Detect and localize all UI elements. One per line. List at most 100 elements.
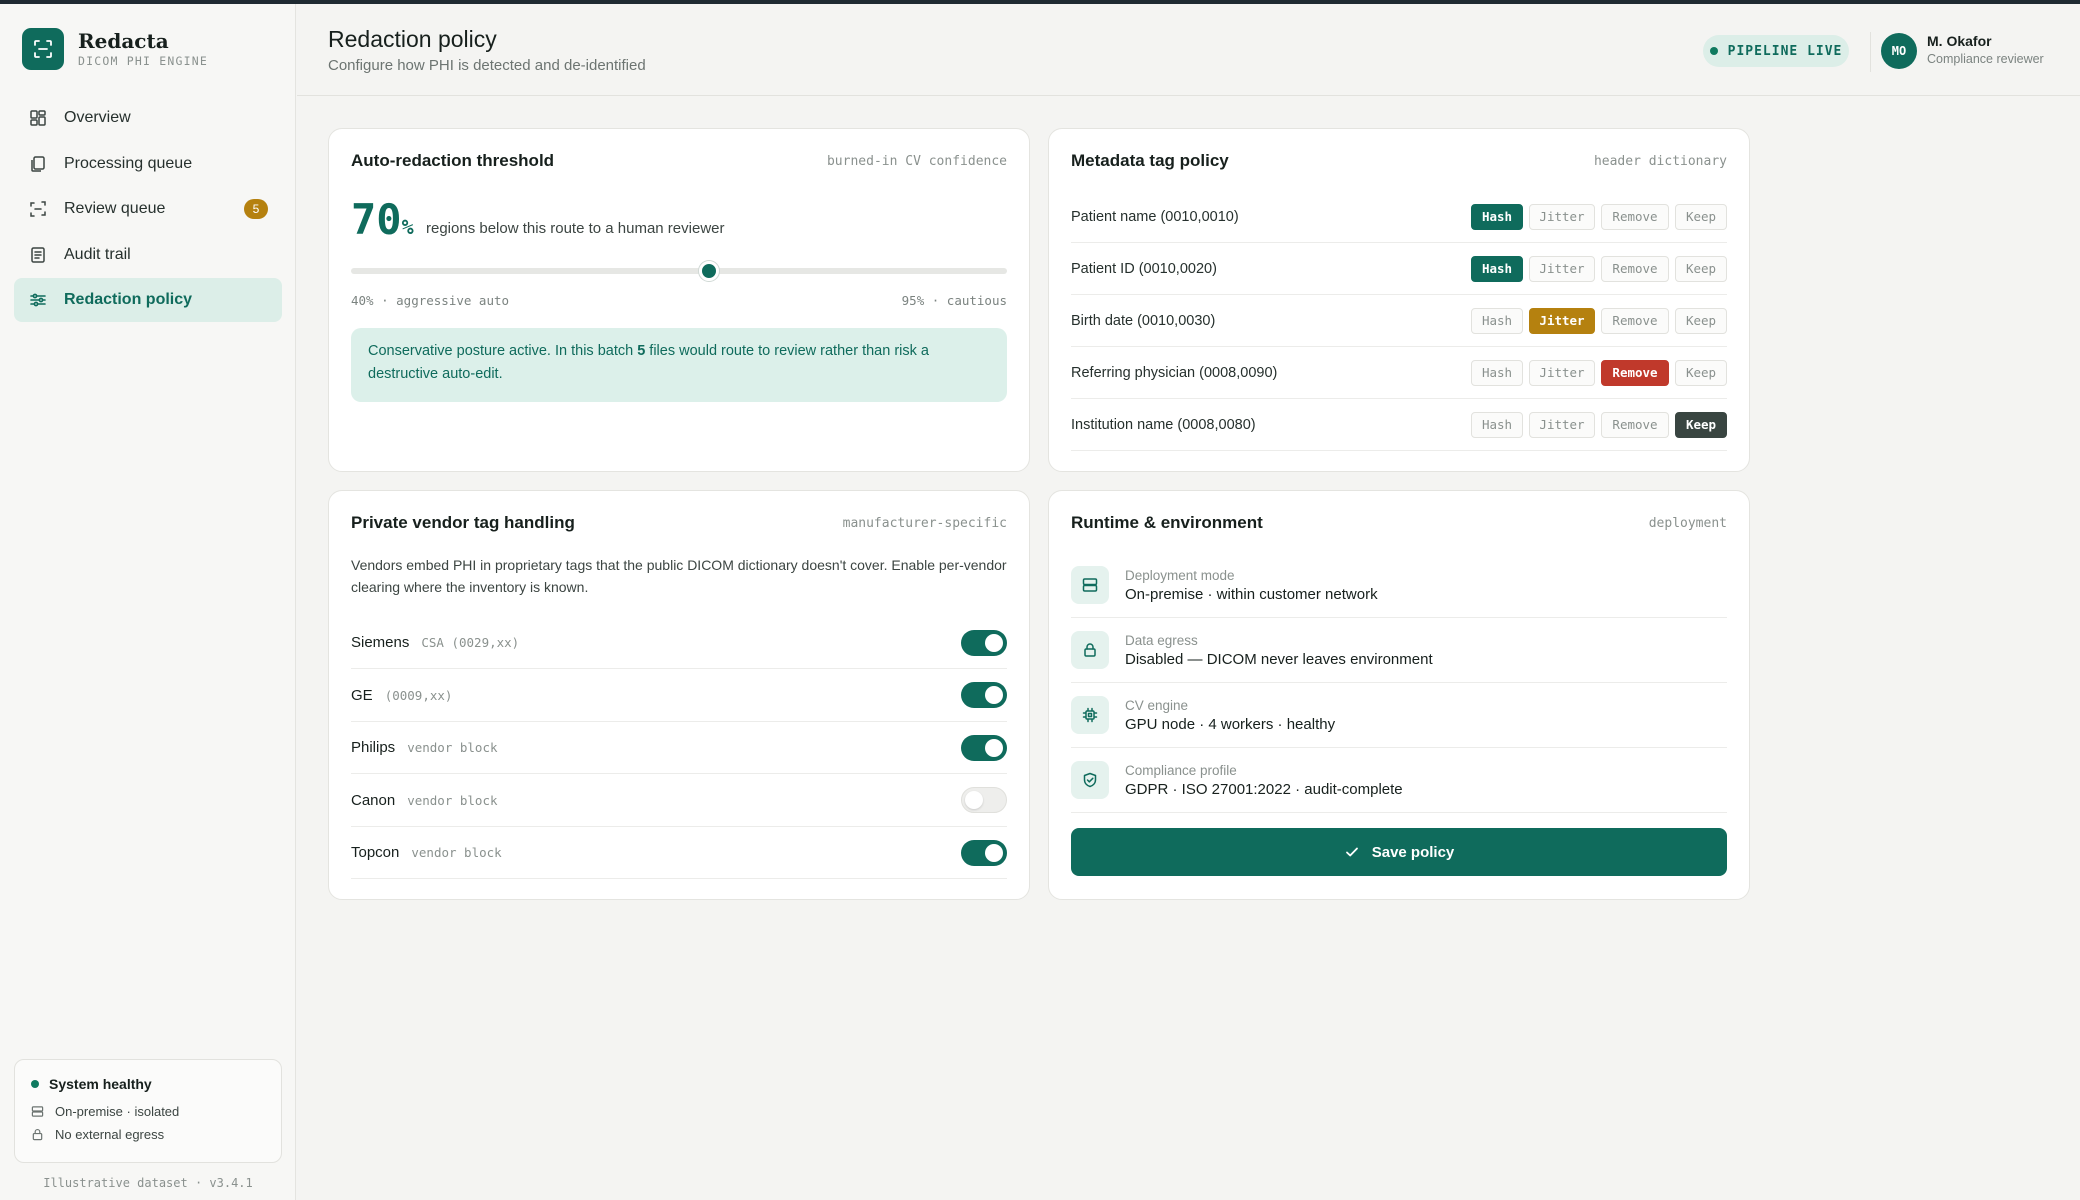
threshold-unit: % [401, 215, 414, 239]
runtime-label: CV engine [1125, 697, 1189, 713]
threshold-card: Auto-redaction threshold burned-in CV co… [328, 128, 1030, 472]
vendor-row: Canon vendor block [351, 775, 1007, 827]
toggle-knob [985, 686, 1003, 705]
option-hash-button[interactable]: Hash [1471, 255, 1523, 282]
file-list-icon [28, 245, 48, 265]
metadata-row: Patient ID (0010,0020) Hash Jitter Remove Ke… [1071, 243, 1727, 295]
vendor-block-label: vendor block [411, 845, 502, 861]
runtime-label: Data egress [1125, 632, 1198, 648]
option-jitter-button[interactable]: Jitter [1529, 307, 1595, 334]
metadata-card: Metadata tag policy header dictionary Pa… [1048, 128, 1750, 472]
metadata-title: Metadata tag policy [1071, 151, 1229, 170]
slider-min-label: 40% · aggressive auto [351, 293, 510, 308]
option-keep-button[interactable]: Keep [1675, 203, 1727, 230]
vendor-block-label: vendor block [407, 740, 498, 756]
option-jitter-button[interactable]: Jitter [1529, 359, 1595, 386]
system-status-text: System healthy [49, 1076, 152, 1092]
cpu-icon [1071, 696, 1109, 734]
runtime-value: On-premise · within customer network [1125, 585, 1378, 603]
threshold-tag: burned-in CV confidence [826, 154, 1007, 169]
option-jitter-button[interactable]: Jitter [1529, 255, 1595, 282]
sidebar-item-processing-queue[interactable]: Processing queue [14, 142, 282, 186]
system-status-row: System healthy [31, 1076, 265, 1092]
runtime-row: CV engine GPU node · 4 workers · healthy [1071, 683, 1727, 748]
lock-icon [31, 1128, 45, 1142]
page-subtitle: Configure how PHI is detected and de-ide… [328, 57, 646, 74]
metadata-row-label: Patient name (0010,0010) [1071, 208, 1239, 225]
user-name: M. Okafor [1927, 33, 1992, 49]
copy-icon [28, 154, 48, 174]
vendor-name: GE [351, 686, 373, 704]
vendor-toggle[interactable] [961, 682, 1007, 709]
toggle-knob [985, 843, 1003, 862]
scan-icon [28, 199, 48, 219]
sidebar-item-label: Audit trail [64, 245, 131, 263]
threshold-slider[interactable] [351, 261, 1007, 281]
option-keep-button[interactable]: Keep [1675, 411, 1727, 438]
runtime-row: Data egress Disabled — DICOM never leaves… [1071, 618, 1727, 683]
metadata-row-label: Referring physician (0008,0090) [1071, 364, 1278, 381]
option-keep-button[interactable]: Keep [1675, 255, 1727, 282]
option-hash-button[interactable]: Hash [1471, 203, 1523, 230]
threshold-value: 70% [351, 195, 414, 244]
option-remove-button[interactable]: Remove [1601, 307, 1669, 334]
sliders-icon [28, 290, 48, 310]
shield-check-icon [1071, 761, 1109, 799]
vendor-toggle[interactable] [961, 629, 1007, 656]
metadata-row: Referring physician (0008,0090) Hash Jitte… [1071, 347, 1727, 399]
egress-row: No external egress [31, 1127, 265, 1142]
vendor-toggle[interactable] [961, 787, 1007, 814]
save-policy-label: Save policy [1371, 843, 1455, 861]
sidebar-nav: Overview Processing queue Review queue 5… [14, 96, 282, 324]
vendor-toggle[interactable] [961, 734, 1007, 761]
metadata-tag: header dictionary [1593, 154, 1727, 169]
metadata-row: Institution name (0008,0080) Hash Jitter Re… [1071, 399, 1727, 451]
slider-max-label: 95% · cautious [901, 293, 1007, 308]
option-hash-button[interactable]: Hash [1471, 307, 1523, 334]
option-jitter-button[interactable]: Jitter [1529, 411, 1595, 438]
slider-handle[interactable] [698, 261, 719, 281]
grid-icon [28, 108, 48, 128]
brand: Redacta DICOM PHI ENGINE [22, 28, 208, 70]
user-role: Compliance reviewer [1927, 52, 2044, 66]
sidebar-item-label: Processing queue [64, 154, 193, 172]
runtime-row: Compliance profile GDPR · ISO 27001:2022 … [1071, 748, 1727, 813]
vendor-toggle[interactable] [961, 839, 1007, 866]
server-icon [31, 1105, 45, 1119]
sidebar-item-label: Redaction policy [64, 291, 193, 309]
metadata-action-selector: Hash Jitter Remove Keep [1465, 359, 1727, 386]
vendor-block-label: CSA (0029,xx) [421, 635, 520, 650]
option-jitter-button[interactable]: Jitter [1529, 203, 1595, 230]
option-remove-button[interactable]: Remove [1601, 411, 1669, 438]
sidebar-item-overview[interactable]: Overview [14, 96, 282, 140]
sidebar-item-label: Review queue [64, 200, 166, 218]
option-remove-button[interactable]: Remove [1601, 203, 1669, 230]
sidebar-item-review-queue[interactable]: Review queue 5 [14, 187, 282, 231]
metadata-action-selector: Hash Jitter Remove Keep [1465, 307, 1727, 334]
review-count-badge: 5 [244, 199, 268, 220]
option-hash-button[interactable]: Hash [1471, 359, 1523, 386]
sidebar-item-redaction-policy[interactable]: Redaction policy [14, 278, 282, 323]
option-remove-button[interactable]: Remove [1601, 359, 1669, 386]
live-dot-icon [1709, 47, 1718, 55]
metadata-action-selector: Hash Jitter Remove Keep [1465, 255, 1727, 282]
option-keep-button[interactable]: Keep [1675, 307, 1727, 334]
save-policy-button[interactable]: Save policy [1071, 828, 1727, 876]
deployment-row: On-premise · isolated [31, 1104, 265, 1119]
avatar[interactable]: MO [1881, 33, 1917, 69]
runtime-label: Compliance profile [1125, 762, 1237, 778]
metadata-row-label: Patient ID (0010,0020) [1071, 260, 1217, 277]
sidebar-item-audit-trail[interactable]: Audit trail [14, 233, 282, 277]
runtime-value: Disabled — DICOM never leaves environmen… [1125, 650, 1433, 668]
metadata-row-label: Institution name (0008,0080) [1071, 416, 1256, 433]
vendor-block-label: (0009,xx) [384, 687, 453, 703]
vendor-row: Philips vendor block [351, 722, 1007, 775]
server-icon [1071, 566, 1109, 604]
option-hash-button[interactable]: Hash [1471, 411, 1523, 438]
status-dot-icon [31, 1080, 39, 1088]
brand-logo-icon [22, 28, 64, 70]
brand-name: Redacta [78, 29, 169, 53]
vendor-name: Siemens [351, 634, 410, 651]
option-remove-button[interactable]: Remove [1601, 255, 1669, 282]
option-keep-button[interactable]: Keep [1675, 359, 1727, 386]
